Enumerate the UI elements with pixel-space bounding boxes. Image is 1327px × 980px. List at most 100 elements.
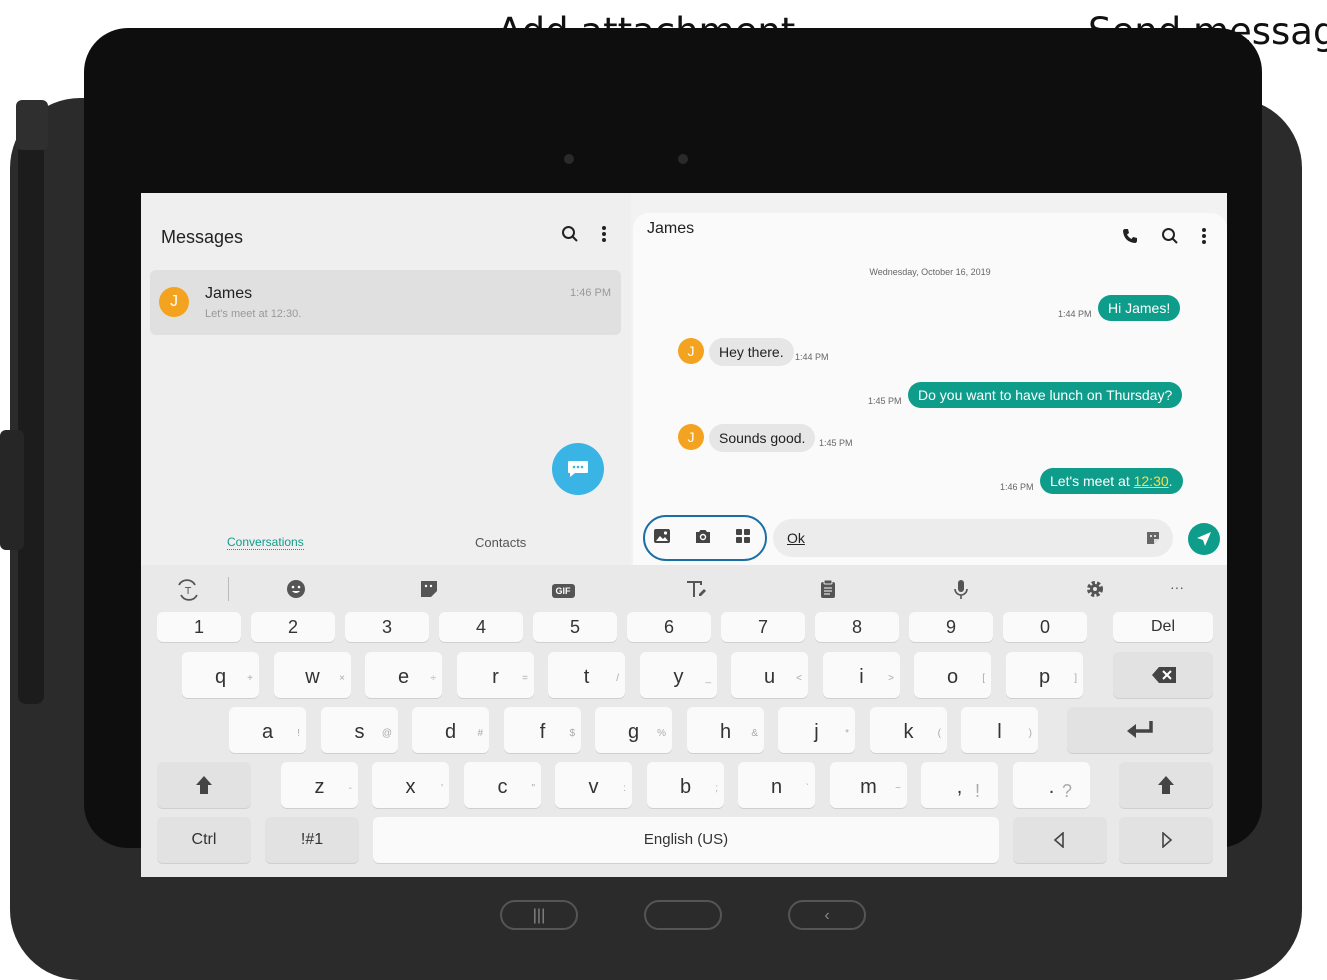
enter-button[interactable] — [1067, 707, 1213, 753]
key-l[interactable]: l) — [961, 707, 1038, 753]
key-x[interactable]: x ' — [372, 762, 449, 808]
clipboard-icon[interactable] — [808, 579, 848, 604]
key-s[interactable]: s @ — [321, 707, 398, 753]
key-label: 5 — [569, 617, 580, 637]
key-o[interactable]: o[ — [914, 652, 991, 698]
message-outgoing: Do you want to have lunch on Thursday? — [908, 382, 1183, 408]
home-button[interactable] — [644, 900, 722, 930]
send-button[interactable] — [1188, 523, 1220, 555]
message-input[interactable]: Ok — [773, 519, 1173, 557]
key-0[interactable]: 0 — [1003, 612, 1087, 642]
key-m[interactable]: m ~ — [830, 762, 907, 808]
more-options-icon[interactable] — [601, 225, 607, 248]
backspace-button[interactable] — [1113, 652, 1213, 698]
key-c[interactable]: c " — [464, 762, 541, 808]
key-label: 4 — [475, 617, 486, 637]
key-e[interactable]: e ÷ — [365, 652, 442, 698]
search-icon[interactable] — [561, 225, 579, 248]
key-6[interactable]: 6 — [627, 612, 711, 642]
shift-icon — [196, 776, 212, 794]
sticker-icon[interactable] — [409, 579, 449, 604]
key-p[interactable]: p] — [1006, 652, 1083, 698]
key-h[interactable]: h & — [687, 707, 764, 753]
apps-icon[interactable] — [734, 527, 752, 550]
sensor — [564, 154, 574, 164]
shift-key-right[interactable] — [1119, 762, 1213, 808]
text-mode-icon[interactable]: T — [168, 579, 208, 606]
spacebar[interactable]: English (US) — [373, 817, 999, 863]
key-r[interactable]: r = — [457, 652, 534, 698]
tab-conversations[interactable]: Conversations — [227, 535, 304, 550]
key-d[interactable]: d # — [412, 707, 489, 753]
key-label: 1 — [193, 617, 204, 637]
key-alt: # — [477, 728, 483, 739]
recent-apps-button[interactable]: ||| — [500, 900, 578, 930]
search-icon[interactable] — [1161, 227, 1179, 250]
back-icon: ‹ — [824, 907, 830, 924]
key-b[interactable]: b; — [647, 762, 724, 808]
key-2[interactable]: 2 — [251, 612, 335, 642]
arrow-right-icon — [1162, 832, 1173, 848]
phone-icon[interactable] — [1121, 227, 1139, 250]
key-5[interactable]: 5 — [533, 612, 617, 642]
key-7[interactable]: 7 — [721, 612, 805, 642]
key-9[interactable]: 9 — [909, 612, 993, 642]
shift-icon — [1158, 776, 1174, 794]
key-g[interactable]: g% — [595, 707, 672, 753]
text-style-icon[interactable] — [676, 579, 716, 604]
compose-button[interactable] — [552, 443, 604, 495]
message-text: Let's meet at — [1050, 473, 1134, 489]
spacebar-label: English (US) — [643, 831, 729, 848]
key-alt: ] — [1074, 673, 1077, 684]
key-v[interactable]: v: — [555, 762, 632, 808]
key-comma[interactable]: ,! — [921, 762, 998, 808]
key-alt: ; — [715, 783, 718, 794]
shift-key-left[interactable] — [157, 762, 251, 808]
key-f[interactable]: f $ — [504, 707, 581, 753]
key-w[interactable]: w × — [274, 652, 351, 698]
gif-icon[interactable]: GIF — [543, 579, 583, 599]
ctrl-key[interactable]: Ctrl — [157, 817, 251, 863]
key-label: n — [770, 776, 783, 798]
microphone-icon[interactable] — [941, 579, 981, 606]
key-u[interactable]: u < — [731, 652, 808, 698]
key-label: d — [444, 721, 457, 743]
more-options-icon[interactable]: ··· — [1157, 579, 1197, 595]
settings-gear-icon[interactable] — [1075, 579, 1115, 604]
key-j[interactable]: j * — [778, 707, 855, 753]
key-period[interactable]: .? — [1013, 762, 1090, 808]
back-button[interactable]: ‹ — [788, 900, 866, 930]
key-k[interactable]: k( — [870, 707, 947, 753]
gallery-icon[interactable] — [653, 527, 671, 550]
key-z[interactable]: z- — [281, 762, 358, 808]
symbols-key[interactable]: !#1 — [265, 817, 359, 863]
key-alt: ! — [974, 781, 980, 801]
key-1[interactable]: 1 — [157, 612, 241, 642]
key-alt: - — [348, 783, 352, 794]
key-q[interactable]: q + — [182, 652, 259, 698]
key-label: u — [763, 666, 776, 688]
key-t[interactable]: t / — [548, 652, 625, 698]
avatar: J — [678, 424, 704, 450]
conversation-item[interactable]: J James Let's meet at 12:30. 1:46 PM — [150, 270, 621, 335]
tab-contacts[interactable]: Contacts — [475, 535, 526, 550]
key-4[interactable]: 4 — [439, 612, 523, 642]
front-camera — [678, 154, 688, 164]
camera-icon[interactable] — [694, 527, 712, 550]
delete-button[interactable]: Del — [1113, 612, 1213, 642]
more-options-icon[interactable] — [1201, 227, 1207, 250]
emoji-icon[interactable] — [276, 579, 316, 604]
cursor-right-key[interactable] — [1119, 817, 1213, 863]
message-incoming: Hey there. — [709, 338, 794, 366]
key-label: f — [539, 721, 546, 743]
key-i[interactable]: i > — [823, 652, 900, 698]
key-8[interactable]: 8 — [815, 612, 899, 642]
key-y[interactable]: y _ — [640, 652, 717, 698]
key-n[interactable]: n ` — [738, 762, 815, 808]
time-link[interactable]: 12:30 — [1134, 473, 1169, 489]
sticker-icon[interactable] — [1145, 530, 1161, 546]
screen: Messages J James Let's meet at 12:30. 1:… — [141, 193, 1227, 877]
key-a[interactable]: a! — [229, 707, 306, 753]
key-3[interactable]: 3 — [345, 612, 429, 642]
cursor-left-key[interactable] — [1013, 817, 1107, 863]
